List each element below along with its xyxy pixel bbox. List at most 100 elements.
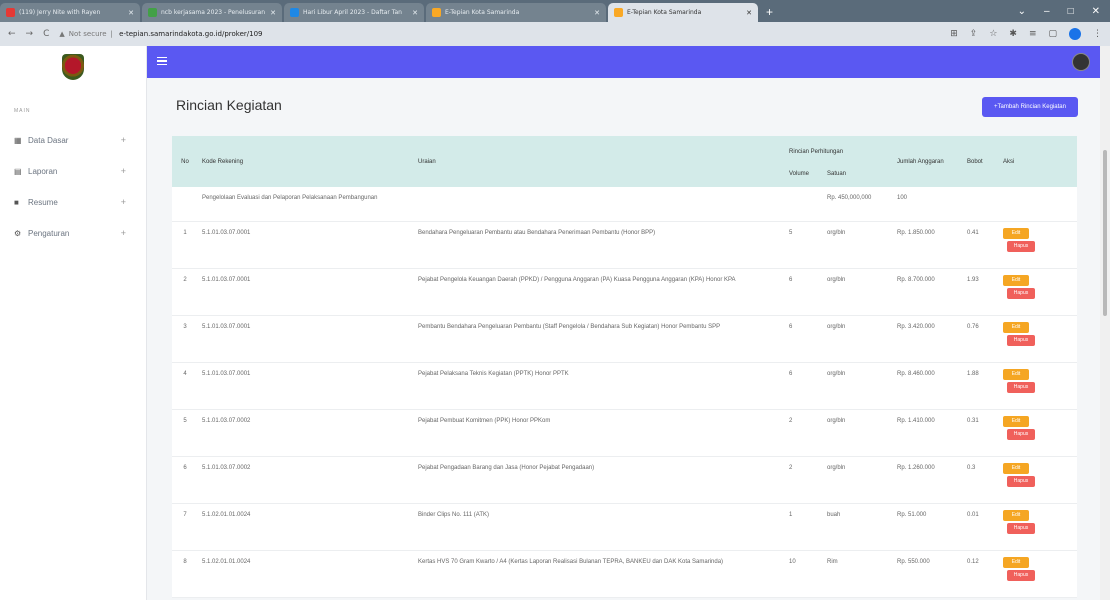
header-volume: Volume	[785, 161, 823, 187]
close-icon[interactable]: ✕	[128, 9, 134, 17]
tab-title: E-Tepian Kota Samarinda	[627, 9, 702, 16]
translate-icon[interactable]: ⊞	[950, 29, 958, 39]
browser-tab[interactable]: Hari Libur April 2023 - Daftar Tan ✕	[284, 3, 424, 22]
header-no: No	[172, 136, 198, 187]
close-icon[interactable]: ✕	[746, 9, 752, 17]
browser-tab-active[interactable]: E-Tepian Kota Samarinda ✕	[608, 3, 758, 22]
profile-icon[interactable]	[1069, 28, 1081, 40]
delete-button[interactable]: Hapus	[1007, 522, 1035, 534]
extensions-icon[interactable]: ✱	[1009, 29, 1017, 39]
cell-jumlah-anggaran: Rp. 1.260.000	[893, 456, 963, 504]
minimize-icon[interactable]: –	[1044, 6, 1050, 17]
cell-volume: 6	[785, 315, 823, 363]
expand-icon[interactable]: +	[121, 166, 126, 176]
edit-button[interactable]: Edit	[1003, 227, 1029, 239]
sidebar-item-label: Pengaturan	[28, 228, 70, 238]
sidebar-section-label: MAIN	[14, 108, 31, 114]
browser-tab[interactable]: ncb kerjasama 2023 - Penelusuran ✕	[142, 3, 282, 22]
google-icon	[148, 8, 157, 17]
cell-volume: 5	[785, 221, 823, 269]
cell-jumlah-anggaran: Rp. 51.000	[893, 503, 963, 551]
edit-button[interactable]: Edit	[1003, 321, 1029, 333]
delete-button[interactable]: Hapus	[1007, 334, 1035, 346]
add-rincian-kegiatan-button[interactable]: +Tambah Rincian Kegiatan	[982, 97, 1078, 117]
url-field[interactable]: ▲ Not secure | e-tepian.samarindakota.go.i…	[59, 30, 262, 38]
delete-button[interactable]: Hapus	[1007, 428, 1035, 440]
browser-tab[interactable]: E-Tepian Kota Samarinda ✕	[426, 3, 606, 22]
forward-icon[interactable]: →	[26, 29, 34, 39]
close-icon[interactable]: ✕	[270, 9, 276, 17]
tab-title: E-Tepian Kota Samarinda	[445, 9, 520, 16]
url-text: e-tepian.samarindakota.go.id/proker/109	[119, 30, 263, 38]
close-icon[interactable]: ✕	[1092, 6, 1100, 17]
cell-jumlah-anggaran: Rp. 1.850.000	[893, 221, 963, 269]
delete-button[interactable]: Hapus	[1007, 287, 1035, 299]
expand-icon[interactable]: +	[121, 228, 126, 238]
group-kode: Pengelolaan Evaluasi dan Pelaporan Pelak…	[198, 187, 414, 222]
star-icon[interactable]: ☆	[989, 29, 997, 39]
edit-button[interactable]: Edit	[1003, 368, 1029, 380]
cell-kode-rekening: 5.1.01.03.07.0001	[198, 221, 414, 269]
edit-button[interactable]: Edit	[1003, 274, 1029, 286]
header-aksi: Aksi	[999, 136, 1077, 187]
share-icon[interactable]: ⇪	[970, 29, 978, 39]
avatar[interactable]	[1072, 53, 1090, 71]
security-label: Not secure	[68, 30, 107, 38]
shield-icon	[432, 8, 441, 17]
sidebar-item-pengaturan[interactable]: ⚙ Pengaturan +	[0, 219, 146, 247]
reading-list-icon[interactable]: ≡	[1029, 29, 1037, 39]
maximize-icon[interactable]: □	[1068, 6, 1074, 17]
page-title: Rincian Kegiatan	[176, 97, 282, 113]
sidebar-item-resume[interactable]: ■ Resume +	[0, 188, 146, 216]
sidebar-item-label: Laporan	[28, 166, 58, 176]
cell-aksi: Edit Hapus	[999, 315, 1077, 363]
cell-kode-rekening: 5.1.01.03.07.0002	[198, 456, 414, 504]
cell-kode-rekening: 5.1.02.01.01.0024	[198, 550, 414, 598]
close-icon[interactable]: ✕	[412, 9, 418, 17]
cell-aksi: Edit Hapus	[999, 550, 1077, 598]
expand-icon[interactable]: +	[121, 135, 126, 145]
sidebar-item-data-dasar[interactable]: ▦ Data Dasar +	[0, 126, 146, 154]
document-icon: ▤	[14, 166, 22, 176]
rincian-table: No Kode Rekening Uraian Rincian Perhitun…	[172, 136, 1077, 598]
chevron-down-icon[interactable]: ⌄	[1018, 6, 1026, 17]
menu-toggle-icon[interactable]	[157, 57, 167, 65]
cell-bobot: 1.93	[963, 268, 999, 316]
table-row: 8 5.1.02.01.01.0024 Kertas HVS 70 Gram Kwa…	[172, 550, 1077, 598]
close-icon[interactable]: ✕	[594, 9, 600, 17]
table-row: 3 5.1.01.03.07.0001 Pembantu Bendahara Pen…	[172, 315, 1077, 363]
list-icon: ■	[14, 197, 19, 207]
menu-icon[interactable]: ⋮	[1093, 29, 1102, 39]
cell-uraian: Bendahara Pengeluaran Pembantu atau Bend…	[414, 221, 785, 269]
delete-button[interactable]: Hapus	[1007, 381, 1035, 393]
reload-icon[interactable]: C	[43, 29, 49, 39]
tab-title: ncb kerjasama 2023 - Penelusuran	[161, 9, 265, 16]
cell-aksi: Edit Hapus	[999, 268, 1077, 316]
header-rincian-perhitungan: Rincian Perhitungan	[785, 136, 893, 161]
page-scrollbar[interactable]	[1100, 46, 1110, 600]
browser-tab[interactable]: (119) Jerry Nite with Rayen ✕	[0, 3, 140, 22]
cell-volume: 2	[785, 409, 823, 457]
sidebar-item-label: Resume	[28, 197, 58, 207]
new-tab-button[interactable]: +	[766, 5, 773, 19]
delete-button[interactable]: Hapus	[1007, 475, 1035, 487]
cell-bobot: 0.41	[963, 221, 999, 269]
cell-satuan: org/bln	[823, 456, 893, 504]
side-panel-icon[interactable]: ▢	[1048, 29, 1057, 39]
cell-uraian: Pejabat Pelaksana Teknis Kegiatan (PPTK)…	[414, 362, 785, 410]
edit-button[interactable]: Edit	[1003, 509, 1029, 521]
site-icon	[290, 8, 299, 17]
sidebar-item-laporan[interactable]: ▤ Laporan +	[0, 157, 146, 185]
tab-title: Hari Libur April 2023 - Daftar Tan	[303, 9, 402, 16]
cell-uraian: Binder Clips No. 111 (ATK)	[414, 503, 785, 551]
edit-button[interactable]: Edit	[1003, 462, 1029, 474]
delete-button[interactable]: Hapus	[1007, 569, 1035, 581]
cell-bobot: 1.88	[963, 362, 999, 410]
cell-kode-rekening: 5.1.02.01.01.0024	[198, 503, 414, 551]
edit-button[interactable]: Edit	[1003, 556, 1029, 568]
expand-icon[interactable]: +	[121, 197, 126, 207]
edit-button[interactable]: Edit	[1003, 415, 1029, 427]
back-icon[interactable]: ←	[8, 29, 16, 39]
delete-button[interactable]: Hapus	[1007, 240, 1035, 252]
scrollbar-thumb[interactable]	[1103, 150, 1107, 316]
